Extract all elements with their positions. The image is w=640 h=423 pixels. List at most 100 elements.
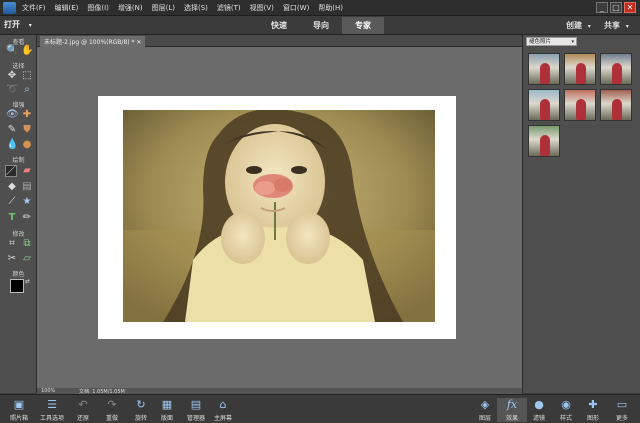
section-modify: 修改 [12, 231, 25, 238]
graphics-label: 图形 [586, 415, 599, 422]
photo-canvas[interactable] [123, 110, 435, 322]
tool-options-button[interactable]: ☰ 工具选项 [37, 398, 67, 422]
menu-select[interactable]: 选择(S) [184, 3, 208, 13]
document-tab[interactable]: 未标题-2.jpg @ 100%(RGB/8) * ✕ [40, 36, 146, 47]
eyedropper-icon[interactable]: ⟋ [6, 196, 18, 208]
zoom-icon[interactable]: 🔍 [6, 45, 18, 57]
paint-bucket-icon[interactable]: ◆ [6, 181, 18, 193]
menu-file[interactable]: 文件(F) [22, 3, 46, 13]
hand-icon[interactable]: ✋ [21, 45, 33, 57]
effects-category-value: 褪色照片 [529, 39, 552, 45]
layout-button[interactable]: ▦ 版面 [152, 398, 182, 422]
organizer-button[interactable]: ▤ 管理器 [181, 398, 211, 422]
effect-thumbnail[interactable] [600, 89, 632, 121]
home-screen-label: 主屏幕 [213, 415, 232, 422]
filters-button[interactable]: ● 滤镜 [524, 398, 554, 422]
styles-label: 样式 [559, 415, 572, 422]
bottom-taskbar: ▣ 照片箱 ☰ 工具选项 ↶ 还原 ↷ 重做 ↻ 旋转 ▦ 版面 ▤ 管理器 ⌂ 主屏幕 ◈ 图层… [0, 394, 640, 423]
filters-label: 滤镜 [532, 415, 545, 422]
graphics-button[interactable]: ✚ 图形 [578, 398, 608, 422]
photo-bin-button[interactable]: ▣ 照片箱 [4, 398, 34, 422]
effects-label: 效果 [505, 415, 518, 422]
effects-category-select[interactable]: 褪色照片 ▾ [526, 37, 577, 46]
blur-icon[interactable]: 💧 [6, 139, 18, 151]
section-select: 选择 [12, 63, 25, 70]
redo-icon: ↷ [107, 398, 117, 411]
minimize-button[interactable]: _ [596, 2, 608, 13]
marquee-icon[interactable]: ⬚ [21, 70, 33, 82]
crop-icon[interactable]: ⌗ [6, 238, 18, 250]
more-button[interactable]: ▭ 更多 [607, 398, 637, 422]
tab-guided[interactable]: 导向 [300, 17, 342, 34]
fx-icon: fx [506, 398, 518, 411]
text-icon[interactable]: T [6, 212, 18, 224]
layers-label: 图层 [478, 415, 491, 422]
straighten-icon[interactable]: ▱ [21, 253, 33, 265]
content-move-icon[interactable]: ✂ [6, 253, 18, 265]
close-button[interactable]: ✕ [624, 2, 636, 13]
effect-thumbnail[interactable] [600, 53, 632, 85]
sponge-icon[interactable]: ● [21, 139, 33, 151]
share-button[interactable]: 共享 ▾ [604, 20, 629, 31]
section-enhance: 增强 [12, 102, 25, 109]
stamp-icon[interactable]: ⛊ [21, 124, 33, 136]
effect-thumbnail[interactable] [528, 53, 560, 85]
undo-label: 还原 [76, 415, 89, 422]
eraser-icon[interactable]: ▰ [21, 165, 33, 177]
thumbnail-figure [576, 99, 586, 120]
thumbnail-figure [540, 135, 550, 156]
home-screen-button[interactable]: ⌂ 主屏幕 [208, 398, 238, 422]
quick-select-icon[interactable]: ⌕ [21, 84, 33, 96]
effect-thumbnail[interactable] [564, 89, 596, 121]
maximize-button[interactable]: □ [610, 2, 622, 13]
chevron-down-icon: ▾ [28, 22, 32, 29]
organizer-label: 管理器 [186, 415, 205, 422]
thumbnail-figure [540, 63, 550, 84]
gradient-icon[interactable]: ▤ [21, 181, 33, 193]
menu-edit[interactable]: 编辑(E) [55, 3, 79, 13]
foreground-color-swatch[interactable] [10, 279, 24, 293]
brush-icon[interactable]: ／ [5, 165, 17, 177]
recompose-icon[interactable]: ⧉ [21, 238, 33, 250]
menu-filter[interactable]: 滤镜(T) [217, 3, 241, 13]
effect-thumbnail[interactable] [528, 89, 560, 121]
menu-enhance[interactable]: 增强(N) [118, 3, 143, 13]
menu-layer[interactable]: 图层(L) [152, 3, 175, 13]
tab-quick[interactable]: 快速 [258, 17, 300, 34]
mode-tabs: 快速 导向 专家 [258, 17, 384, 34]
menu-window[interactable]: 窗口(W) [283, 3, 309, 13]
tool-options-label: 工具选项 [39, 415, 64, 422]
thumbnail-figure [540, 99, 550, 120]
effect-thumbnail[interactable] [564, 53, 596, 85]
shape-icon[interactable]: ★ [21, 196, 33, 208]
layers-button[interactable]: ◈ 图层 [470, 398, 500, 422]
menu-view[interactable]: 视图(V) [250, 3, 274, 13]
create-button[interactable]: 创建 ▾ [566, 20, 591, 31]
red-eye-icon[interactable]: 👁 [6, 109, 19, 121]
photo-bin-icon: ▣ [13, 398, 25, 411]
move-icon[interactable]: ✥ [6, 70, 18, 82]
thumbnail-figure [612, 63, 622, 84]
undo-button[interactable]: ↶ 还原 [68, 398, 98, 422]
section-color: 颜色 [12, 271, 25, 278]
undo-icon: ↶ [78, 398, 88, 411]
open-button[interactable]: 打开 ▾ [4, 19, 44, 32]
more-label: 更多 [615, 415, 628, 422]
chevron-down-icon: ▾ [571, 39, 574, 45]
open-label: 打开 [4, 20, 20, 29]
section-draw: 绘制 [12, 157, 25, 164]
styles-button[interactable]: ◉ 样式 [551, 398, 581, 422]
swap-colors-icon[interactable]: ⇄ [25, 278, 30, 285]
lasso-icon[interactable]: ➰ [6, 84, 18, 96]
pencil-icon[interactable]: ✏ [21, 212, 33, 224]
effects-button[interactable]: fx 效果 [497, 398, 527, 422]
menu-image[interactable]: 图像(I) [87, 3, 109, 13]
smart-brush-icon[interactable]: ✎ [6, 124, 18, 136]
organizer-icon: ▤ [190, 398, 202, 411]
redo-button[interactable]: ↷ 重做 [97, 398, 127, 422]
tab-expert[interactable]: 专家 [342, 17, 384, 34]
healing-brush-icon[interactable]: ✚ [21, 109, 33, 121]
effect-thumbnail[interactable] [528, 125, 560, 157]
menu-help[interactable]: 帮助(H) [318, 3, 343, 13]
styles-icon: ◉ [561, 398, 571, 411]
